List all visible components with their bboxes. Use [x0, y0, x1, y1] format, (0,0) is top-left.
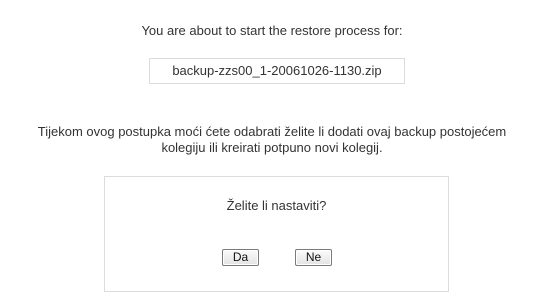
restore-info-line-1: Tijekom ovog postupka moći ćete odabrati… — [37, 124, 507, 139]
intro-text: You are about to start the restore proce… — [141, 23, 403, 38]
backup-filename: backup-zzs00_1-20061026-1130.zip — [172, 63, 382, 78]
backup-filename-box: backup-zzs00_1-20061026-1130.zip — [149, 58, 405, 84]
confirm-dialog: Želite li nastaviti? Da Ne — [104, 176, 449, 292]
no-button[interactable]: Ne — [295, 249, 332, 266]
confirm-question: Želite li nastaviti? — [226, 198, 327, 213]
yes-button[interactable]: Da — [222, 249, 259, 266]
restore-info-text: Tijekom ovog postupka moći ćete odabrati… — [0, 124, 544, 156]
restore-info-line-2: kolegiju ili kreirati potpuno novi koleg… — [161, 140, 383, 155]
restore-page: You are about to start the restore proce… — [0, 0, 544, 298]
